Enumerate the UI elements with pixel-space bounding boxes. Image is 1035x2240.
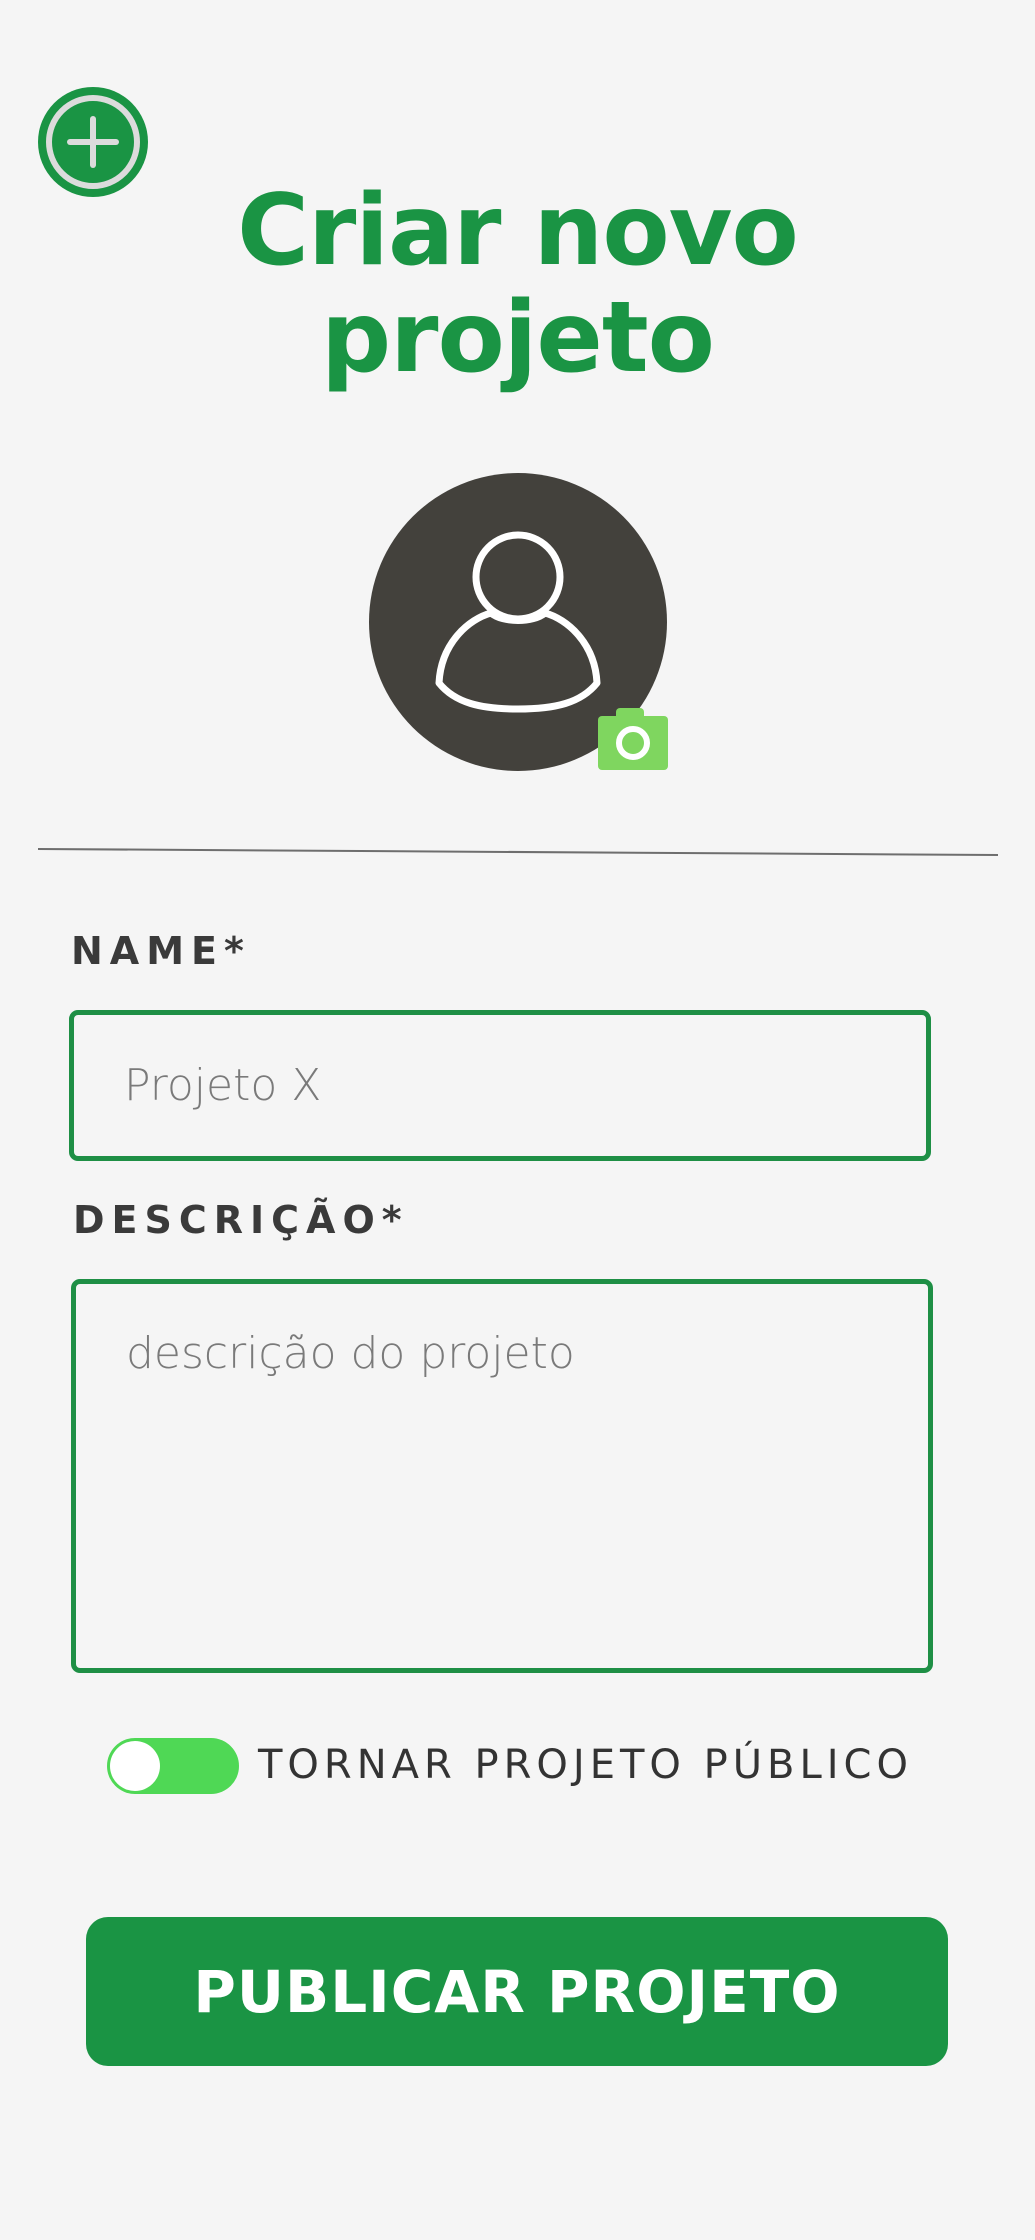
page-title-line-1: Criar novo [237,174,799,288]
public-project-toggle[interactable] [107,1738,239,1794]
public-project-label: TORNAR PROJETO PÚBLICO [258,1742,913,1788]
name-label: NAME* [71,929,251,973]
section-divider [38,848,998,856]
toggle-knob [110,1741,160,1791]
description-label: DESCRIÇÃO* [73,1198,409,1242]
description-input[interactable] [71,1279,933,1673]
page-title: Criar novo projeto [0,178,1035,392]
page-title-line-2: projeto [320,281,715,395]
change-photo-button[interactable] [598,706,668,770]
camera-icon [598,708,668,770]
name-input[interactable] [69,1010,931,1161]
publish-project-button[interactable]: PUBLICAR PROJETO [86,1917,948,2066]
